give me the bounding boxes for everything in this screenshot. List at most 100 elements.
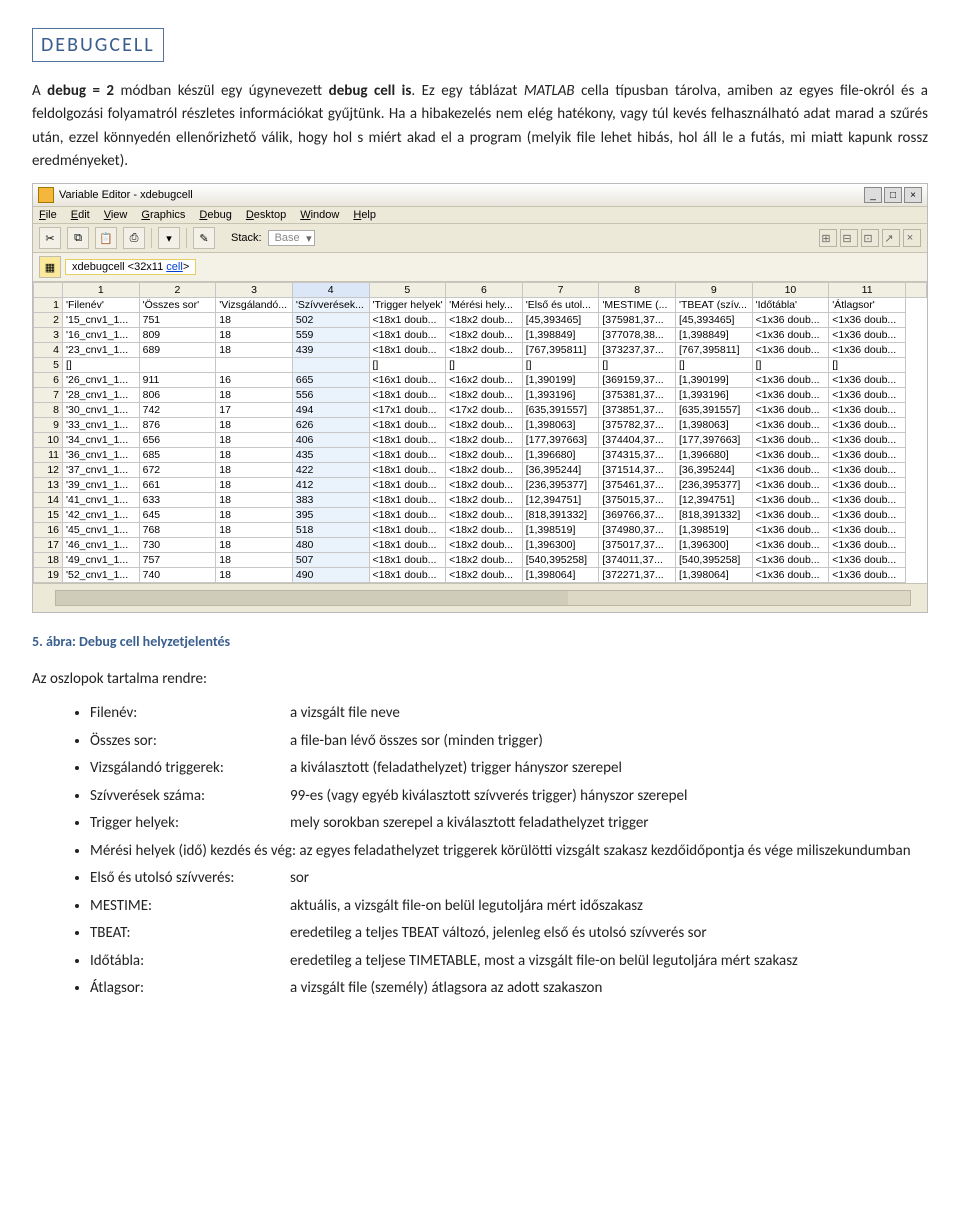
grid-cell[interactable]: [36,395244] [676, 463, 753, 478]
grid-cell[interactable]: <1x36 doub... [829, 313, 906, 328]
grid-cell[interactable]: 18 [216, 478, 293, 493]
grid-cell[interactable]: '52_cnv1_1... [63, 568, 140, 583]
grid-cell[interactable]: 18 [216, 523, 293, 538]
row-header[interactable]: 11 [34, 448, 63, 463]
row-header[interactable]: 14 [34, 493, 63, 508]
grid-cell[interactable]: [1,398064] [522, 568, 599, 583]
grid-cell[interactable]: [1,393196] [676, 388, 753, 403]
grid-cell[interactable]: [635,391557] [522, 403, 599, 418]
toolbar-copy-icon[interactable]: ⧉ [67, 227, 89, 249]
grid-cell[interactable]: [377078,38... [599, 328, 676, 343]
grid-cell[interactable]: '46_cnv1_1... [63, 538, 140, 553]
grid-cell[interactable]: [12,394751] [676, 493, 753, 508]
grid-cell[interactable]: '37_cnv1_1... [63, 463, 140, 478]
grid-cell[interactable]: 435 [292, 448, 369, 463]
row-header[interactable]: 12 [34, 463, 63, 478]
grid-cell[interactable]: [1,398519] [676, 523, 753, 538]
col-header[interactable]: 6 [446, 283, 523, 298]
grid-cell[interactable]: '16_cnv1_1... [63, 328, 140, 343]
grid-cell[interactable]: 412 [292, 478, 369, 493]
grid-cell[interactable]: 439 [292, 343, 369, 358]
grid-cell[interactable]: [236,395377] [522, 478, 599, 493]
grid-cell[interactable]: [818,391332] [522, 508, 599, 523]
grid-cell[interactable]: [45,393465] [522, 313, 599, 328]
grid-cell[interactable]: 685 [139, 448, 216, 463]
grid-cell[interactable]: [1,398063] [676, 418, 753, 433]
grid-cell[interactable]: <18x1 doub... [369, 328, 446, 343]
grid-cell[interactable]: <18x2 doub... [446, 313, 523, 328]
grid-cell[interactable]: <1x36 doub... [752, 373, 829, 388]
grid-cell[interactable]: [818,391332] [676, 508, 753, 523]
grid-cell[interactable]: <18x2 doub... [446, 448, 523, 463]
grid-cell[interactable]: [375461,37... [599, 478, 676, 493]
grid-cell[interactable]: <1x36 doub... [829, 403, 906, 418]
grid-cell[interactable]: [1,398064] [676, 568, 753, 583]
grid-cell[interactable]: 518 [292, 523, 369, 538]
grid-cell[interactable]: <18x1 doub... [369, 538, 446, 553]
grid-cell[interactable]: '15_cnv1_1... [63, 313, 140, 328]
grid-cell[interactable]: 911 [139, 373, 216, 388]
grid-cell[interactable]: <1x36 doub... [752, 568, 829, 583]
grid-cell[interactable]: [] [752, 358, 829, 373]
grid-cell[interactable]: <1x36 doub... [829, 388, 906, 403]
row-header[interactable]: 19 [34, 568, 63, 583]
grid-cell[interactable]: <1x36 doub... [829, 328, 906, 343]
row-header[interactable]: 18 [34, 553, 63, 568]
grid-cell[interactable]: <1x36 doub... [752, 418, 829, 433]
grid-cell[interactable]: <1x36 doub... [752, 463, 829, 478]
grid-cell[interactable]: 742 [139, 403, 216, 418]
grid-cell[interactable]: <18x2 doub... [446, 523, 523, 538]
grid-cell[interactable]: [375015,37... [599, 493, 676, 508]
grid-cell[interactable]: [] [63, 358, 140, 373]
grid-cell[interactable]: 656 [139, 433, 216, 448]
horizontal-scrollbar[interactable] [33, 583, 927, 612]
col-header[interactable]: 5 [369, 283, 446, 298]
row-header[interactable]: 7 [34, 388, 63, 403]
row-header[interactable]: 6 [34, 373, 63, 388]
grid-cell[interactable]: <18x1 doub... [369, 418, 446, 433]
grid-cell[interactable]: <18x1 doub... [369, 553, 446, 568]
grid-cell[interactable]: [375981,37... [599, 313, 676, 328]
grid-cell[interactable]: <1x36 doub... [752, 508, 829, 523]
grid-cell[interactable]: <17x1 doub... [369, 403, 446, 418]
grid-cell[interactable]: 422 [292, 463, 369, 478]
grid-cell[interactable]: [1,390199] [676, 373, 753, 388]
grid-cell[interactable]: 406 [292, 433, 369, 448]
row-header[interactable]: 5 [34, 358, 63, 373]
grid-cell[interactable]: '41_cnv1_1... [63, 493, 140, 508]
grid-cell[interactable]: 490 [292, 568, 369, 583]
grid-cell[interactable]: 556 [292, 388, 369, 403]
grid-cell[interactable]: <1x36 doub... [829, 343, 906, 358]
menu-view[interactable]: View [104, 209, 128, 221]
grid-cell[interactable]: '45_cnv1_1... [63, 523, 140, 538]
tile-1-icon[interactable]: ⊞ [819, 229, 837, 247]
grid-cell[interactable]: [540,395258] [522, 553, 599, 568]
grid-cell[interactable]: 806 [139, 388, 216, 403]
grid-cell[interactable]: [1,396680] [676, 448, 753, 463]
menu-file[interactable]: File [39, 209, 57, 221]
grid-cell[interactable]: <1x36 doub... [752, 493, 829, 508]
grid-cell[interactable]: 730 [139, 538, 216, 553]
menu-help[interactable]: Help [353, 209, 376, 221]
grid-cell[interactable]: <18x1 doub... [369, 343, 446, 358]
grid-cell[interactable]: '28_cnv1_1... [63, 388, 140, 403]
grid-cell[interactable]: <18x2 doub... [446, 463, 523, 478]
grid-cell[interactable]: 18 [216, 448, 293, 463]
grid-cell[interactable]: '36_cnv1_1... [63, 448, 140, 463]
grid-cell[interactable]: 'Trigger helyek' [369, 298, 446, 313]
grid-cell[interactable]: [1,396300] [676, 538, 753, 553]
grid-cell[interactable]: <1x36 doub... [829, 493, 906, 508]
grid-cell[interactable] [139, 358, 216, 373]
grid-cell[interactable]: 502 [292, 313, 369, 328]
grid-cell[interactable]: <18x1 doub... [369, 388, 446, 403]
grid-cell[interactable]: '49_cnv1_1... [63, 553, 140, 568]
vertical-scrollbar[interactable] [906, 283, 927, 298]
tile-2-icon[interactable]: ⊟ [840, 229, 858, 247]
grid-cell[interactable]: 645 [139, 508, 216, 523]
grid-cell[interactable]: <18x2 doub... [446, 388, 523, 403]
row-header[interactable]: 15 [34, 508, 63, 523]
grid-cell[interactable]: 18 [216, 328, 293, 343]
grid-cell[interactable]: <18x2 doub... [446, 493, 523, 508]
grid-cell[interactable]: [373851,37... [599, 403, 676, 418]
grid-cell[interactable]: 18 [216, 418, 293, 433]
